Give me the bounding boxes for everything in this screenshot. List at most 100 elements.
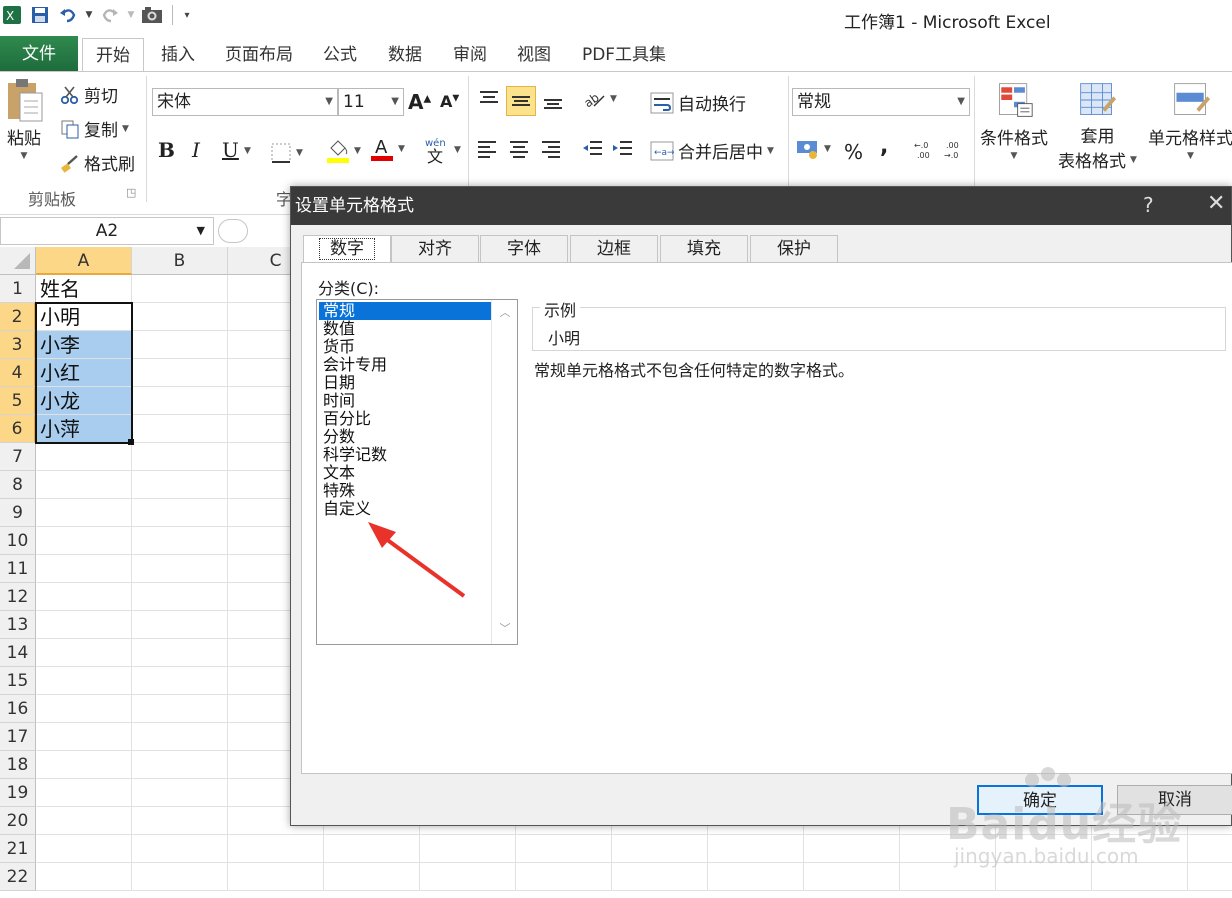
grid-cell[interactable] — [36, 527, 132, 555]
format-as-table-button[interactable]: 套用 表格格式 ▼ — [1058, 78, 1137, 172]
row-header[interactable]: 8 — [0, 471, 36, 499]
tab-border[interactable]: 边框 — [570, 235, 658, 263]
grid-cell[interactable] — [804, 835, 900, 863]
conditional-formatting-button[interactable]: 条件格式 ▼ — [980, 78, 1048, 161]
border-button[interactable]: ▼ — [270, 142, 303, 164]
underline-dropdown-icon[interactable]: ▼ — [244, 146, 251, 156]
camera-icon[interactable] — [140, 2, 164, 28]
grid-cell[interactable] — [132, 863, 228, 891]
row-header[interactable]: 9 — [0, 499, 36, 527]
grid-cell[interactable] — [132, 695, 228, 723]
tab-insert[interactable]: 插入 — [150, 38, 206, 72]
redo-icon[interactable] — [98, 2, 122, 28]
grid-cell[interactable] — [132, 499, 228, 527]
grid-cell[interactable] — [132, 275, 228, 303]
select-all-corner[interactable] — [0, 247, 36, 275]
clipboard-launcher-icon[interactable]: ◳ — [126, 186, 136, 199]
grid-cell[interactable] — [36, 471, 132, 499]
grid-cell[interactable] — [36, 499, 132, 527]
grid-cell[interactable] — [420, 863, 516, 891]
grid-cell[interactable] — [132, 471, 228, 499]
category-scrollbar[interactable]: ︿ ﹀ — [491, 300, 517, 644]
row-header[interactable]: 7 — [0, 443, 36, 471]
row-header[interactable]: 22 — [0, 863, 36, 891]
grid-cell[interactable] — [132, 583, 228, 611]
category-item[interactable]: 特殊 — [319, 482, 491, 500]
grid-cell[interactable] — [132, 611, 228, 639]
tab-page-layout[interactable]: 页面布局 — [214, 38, 304, 72]
category-item[interactable]: 日期 — [319, 374, 491, 392]
align-bottom-button[interactable] — [542, 90, 564, 112]
category-item[interactable]: 百分比 — [319, 410, 491, 428]
column-header-a[interactable]: A — [36, 247, 132, 275]
format-painter-button[interactable]: 格式刷 — [60, 150, 135, 175]
grid-cell[interactable] — [36, 639, 132, 667]
tab-protection[interactable]: 保护 — [750, 235, 838, 263]
align-left-button[interactable] — [476, 138, 498, 160]
row-header[interactable]: 6 — [0, 415, 36, 443]
bold-button[interactable]: B — [158, 138, 175, 162]
percent-style-button[interactable]: % — [844, 140, 863, 164]
align-top-button[interactable] — [478, 88, 500, 110]
grid-cell[interactable] — [36, 835, 132, 863]
accounting-format-button[interactable]: ▼ — [796, 138, 831, 160]
close-button[interactable]: ✕ — [1207, 191, 1225, 216]
comma-style-button[interactable]: , — [880, 134, 888, 159]
grid-cell[interactable] — [804, 863, 900, 891]
grid-cell[interactable] — [36, 807, 132, 835]
grid-cell[interactable] — [132, 303, 228, 331]
tab-pdf-tools[interactable]: PDF工具集 — [570, 38, 678, 72]
grid-cell[interactable] — [132, 331, 228, 359]
customize-qat-icon[interactable]: ▾ — [181, 2, 193, 28]
save-icon[interactable] — [28, 2, 52, 28]
row-header[interactable]: 20 — [0, 807, 36, 835]
grid-cell[interactable] — [36, 611, 132, 639]
decrease-indent-button[interactable] — [582, 138, 604, 160]
grid-cell[interactable]: 姓名 — [36, 275, 132, 303]
grid-cell[interactable] — [228, 835, 324, 863]
font-color-button[interactable]: A ▼ — [370, 136, 405, 162]
grid-cell[interactable] — [36, 555, 132, 583]
grid-cell[interactable] — [132, 415, 228, 443]
grid-cell[interactable] — [612, 835, 708, 863]
grid-cell[interactable] — [420, 835, 516, 863]
row-header[interactable]: 1 — [0, 275, 36, 303]
grid-cell[interactable] — [36, 723, 132, 751]
grid-cell[interactable] — [228, 863, 324, 891]
grid-cell[interactable] — [132, 555, 228, 583]
copy-button[interactable]: 复制 ▼ — [60, 116, 129, 141]
row-header[interactable]: 10 — [0, 527, 36, 555]
tab-file[interactable]: 文件 — [0, 36, 78, 72]
column-header-b[interactable]: B — [132, 247, 228, 275]
tab-data[interactable]: 数据 — [376, 38, 434, 72]
wrap-text-button[interactable]: 自动换行 — [650, 90, 746, 115]
row-header[interactable]: 2 — [0, 303, 36, 331]
grid-cell[interactable] — [132, 751, 228, 779]
formula-bar-splitter[interactable] — [218, 219, 248, 243]
chevron-up-icon[interactable]: ︿ — [492, 304, 518, 324]
font-size-combo[interactable]: 11 ▼ — [338, 88, 404, 116]
tab-formulas[interactable]: 公式 — [312, 38, 368, 72]
grid-cell[interactable] — [132, 723, 228, 751]
paste-button[interactable]: 粘贴 ▼ — [4, 78, 44, 161]
tab-alignment[interactable]: 对齐 — [391, 235, 479, 263]
font-name-combo[interactable]: 宋体 ▼ — [152, 88, 338, 116]
grid-cell[interactable] — [132, 359, 228, 387]
fill-color-button[interactable]: ▼ — [326, 138, 361, 164]
grid-cell[interactable] — [36, 779, 132, 807]
grid-cell[interactable] — [516, 835, 612, 863]
grid-cell[interactable] — [324, 835, 420, 863]
grid-cell[interactable] — [132, 443, 228, 471]
grid-cell[interactable] — [708, 863, 804, 891]
category-item[interactable]: 科学记数 — [319, 446, 491, 464]
grid-cell[interactable] — [36, 863, 132, 891]
undo-icon[interactable] — [56, 2, 80, 28]
grow-font-button[interactable]: A▲ — [408, 90, 431, 114]
orientation-button[interactable]: ab ▼ — [582, 88, 617, 110]
align-middle-button[interactable] — [506, 86, 536, 116]
tab-fill[interactable]: 填充 — [660, 235, 748, 263]
grid-cell[interactable] — [36, 695, 132, 723]
cell-styles-button[interactable]: 单元格样式 ▼ — [1148, 78, 1232, 161]
decrease-decimal-button[interactable]: .00 →.0 — [944, 138, 968, 160]
chevron-down-icon[interactable]: ﹀ — [492, 620, 518, 640]
